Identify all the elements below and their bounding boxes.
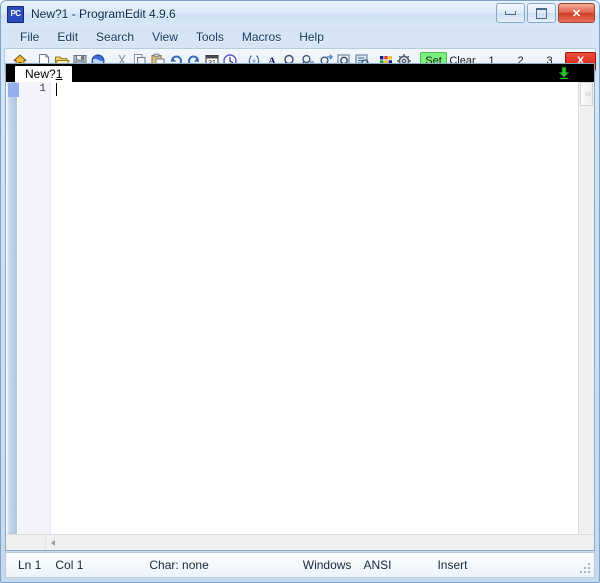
window-title: New?1 - ProgramEdit 4.9.6 [31,7,176,21]
menu-item-search[interactable]: Search [87,28,143,46]
document-tab-new1[interactable]: New? 1 [14,65,74,82]
status-bar: Ln 1 Col 1 Char: none Windows ANSI Inser… [5,552,595,578]
maximize-button[interactable] [527,3,556,23]
document-tab-strip: New? 1 [6,64,594,82]
horizontal-scrollbar[interactable] [6,534,594,550]
window-controls: ✕ [496,3,595,23]
title-bar: PC New?1 - ProgramEdit 4.9.6 ✕ [1,1,599,27]
menu-item-help[interactable]: Help [290,28,333,46]
client-area: New? 1 1 [5,63,595,551]
download-arrow-icon[interactable] [556,65,572,81]
status-character: Char: none [149,558,209,572]
editor-area: 1 [6,82,594,534]
minimize-button[interactable] [496,3,525,23]
menu-item-view[interactable]: View [143,28,187,46]
vertical-scrollbar[interactable] [578,82,594,534]
line-number: 1 [39,83,46,95]
bookmark-column[interactable] [6,82,19,534]
status-insert-mode: Insert [437,558,468,572]
status-line: Ln 1 [18,558,42,572]
menu-bar: File Edit Search View Tools Macros Help [1,27,599,47]
menu-item-macros[interactable]: Macros [233,28,290,46]
scrollbar-left-pad [6,535,46,550]
tab-label-prefix: New? [25,67,56,81]
status-encoding: ANSI [363,558,392,572]
line-number-gutter: 1 [18,82,51,534]
vertical-scrollbar-thumb[interactable] [580,82,593,106]
application-window: PC New?1 - ProgramEdit 4.9.6 ✕ File Edit… [0,0,600,583]
text-caret [56,83,57,96]
bookmark-marker[interactable] [8,83,19,97]
resize-grip[interactable] [580,563,591,574]
status-line-ending: Windows [302,558,352,572]
status-column: Col 1 [55,558,84,572]
menu-item-edit[interactable]: Edit [48,28,87,46]
maximize-icon [536,7,547,19]
close-button[interactable]: ✕ [558,3,595,23]
minimize-icon [505,11,516,15]
app-icon: PC [7,5,24,23]
tab-label-suffix: 1 [55,67,63,81]
text-editor-input[interactable] [51,82,578,534]
menu-item-file[interactable]: File [11,28,48,46]
menu-item-tools[interactable]: Tools [187,28,233,46]
left-triangle-icon [50,539,55,546]
scroll-left-arrow-icon[interactable] [46,536,59,549]
horizontal-scrollbar-track[interactable] [59,535,594,550]
